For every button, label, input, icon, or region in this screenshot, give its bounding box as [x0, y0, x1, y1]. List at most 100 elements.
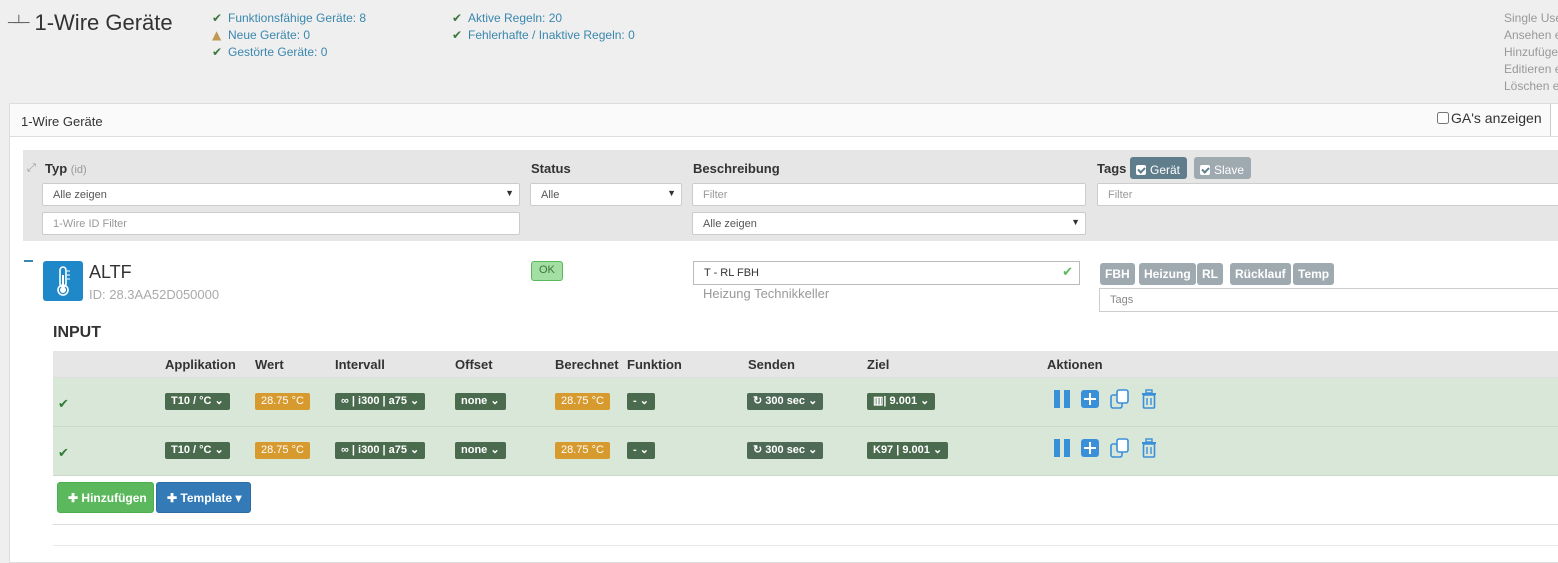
funktion-dropdown[interactable]: - ⌄ [627, 393, 655, 410]
device-tag[interactable]: FBH [1100, 263, 1135, 285]
stat-functional-devices[interactable]: ✔ Funktionsfähige Geräte: 8 [212, 9, 366, 26]
copy-icon[interactable] [1109, 388, 1131, 410]
stat-active-rules[interactable]: ✔ Aktive Regeln: 20 [452, 9, 562, 26]
col-offset: Offset [455, 357, 493, 372]
offset-dropdown[interactable]: none ⌄ [455, 393, 506, 410]
tags-filter[interactable]: Filter [1097, 183, 1558, 206]
one-wire-icon: ─┴─ [8, 15, 30, 31]
device-tag[interactable]: RL [1197, 263, 1223, 285]
filter-typ-label: Typ (id) [45, 161, 87, 176]
col-senden: Senden [748, 357, 795, 372]
funktion-dropdown[interactable]: - ⌄ [627, 442, 655, 459]
panel-title: 1-Wire Geräte [21, 114, 103, 129]
thermometer-icon [43, 261, 83, 301]
ziel-dropdown[interactable]: K97 | 9.001 ⌄ [867, 442, 949, 459]
pause-icon[interactable] [1051, 388, 1073, 410]
help-line: Hinzufüge [1504, 45, 1558, 59]
refresh-icon: ↻ [753, 395, 763, 407]
device-tag[interactable]: Heizung [1139, 263, 1196, 285]
value-badge: 28.75 °C [255, 393, 310, 410]
trash-icon[interactable] [1138, 388, 1160, 410]
ziel-dropdown[interactable]: ▥| 9.001 ⌄ [867, 393, 936, 410]
device-id: ID: 28.3AA52D050000 [89, 287, 220, 302]
stat-faulty-rules[interactable]: ✔ Fehlerhafte / Inaktive Regeln: 0 [452, 26, 635, 43]
typ-select[interactable]: Alle zeigen ▼ [42, 183, 520, 206]
offset-dropdown[interactable]: none ⌄ [455, 442, 506, 459]
refresh-icon: ↻ [753, 444, 763, 456]
stat-new-devices[interactable]: ▲ Neue Geräte: 0 [212, 26, 310, 43]
tag-filter-slave[interactable]: Slave [1194, 157, 1252, 179]
col-funktion: Funktion [627, 357, 682, 372]
input-section-title: INPUT [53, 324, 101, 341]
add-input-button[interactable]: ✚ Hinzufügen [57, 482, 154, 513]
intervall-dropdown[interactable]: ∞ | i300 | a75 ⌄ [335, 393, 426, 410]
input-table-header: Applikation Wert Intervall Offset Berech… [53, 351, 1558, 378]
one-wire-id-filter[interactable]: 1-Wire ID Filter [42, 212, 520, 235]
check-icon: ✔ [1062, 265, 1073, 280]
col-intervall: Intervall [335, 357, 385, 372]
ga-toggle[interactable]: GA's anzeigen [1437, 110, 1542, 126]
tag-filter-geraet[interactable]: Gerät [1130, 157, 1188, 179]
caret-down-icon: ▼ [505, 188, 514, 198]
intervall-dropdown[interactable]: ∞ | i300 | a75 ⌄ [335, 442, 426, 459]
beschreibung-select[interactable]: Alle zeigen ▼ [692, 212, 1086, 235]
col-wert: Wert [255, 357, 284, 372]
stat-faulty-devices[interactable]: ✔ Gestörte Geräte: 0 [212, 43, 327, 60]
check-icon: ✔ [452, 27, 463, 42]
plus-icon: ✚ [167, 490, 178, 505]
plus-icon: ✚ [68, 490, 79, 505]
panel-heading: 1-Wire Geräte GA's anzeigen [10, 104, 1558, 137]
caret-down-icon: ▼ [1071, 217, 1080, 227]
checkbox-icon [1136, 164, 1146, 175]
computed-badge: 28.75 °C [555, 393, 610, 410]
add-icon[interactable] [1079, 388, 1101, 410]
expand-icon[interactable]: ⤢ [27, 161, 36, 175]
applikation-dropdown[interactable]: T10 / °C ⌄ [165, 393, 230, 410]
check-icon: ✔ [452, 10, 463, 25]
device-name: ALTF [89, 262, 132, 282]
checkbox-icon [1200, 164, 1210, 175]
senden-dropdown[interactable]: ↻ 300 sec ⌄ [747, 442, 824, 459]
filter-bar: ⤢ Typ (id) Alle zeigen ▼ 1-Wire ID Filter… [23, 150, 1558, 241]
divider [53, 545, 1558, 546]
help-line: Editieren e [1504, 62, 1558, 76]
senden-dropdown[interactable]: ↻ 300 sec ⌄ [747, 393, 824, 410]
applikation-dropdown[interactable]: T10 / °C ⌄ [165, 442, 230, 459]
ga-checkbox[interactable] [1437, 112, 1449, 124]
value-badge: 28.75 °C [255, 442, 310, 459]
pause-icon[interactable] [1051, 437, 1073, 459]
page-title: 1-Wire Geräte [34, 10, 173, 35]
add-icon[interactable] [1079, 437, 1101, 459]
device-tag[interactable]: Rücklauf [1230, 263, 1291, 285]
col-berechnet: Berechnet [555, 357, 619, 372]
tags-input[interactable]: Tags [1099, 288, 1558, 312]
filter-tags-label: Tags [1097, 161, 1127, 176]
check-icon: ✔ [212, 10, 223, 25]
caret-down-icon: ▼ [667, 188, 676, 198]
table-row: ✔ T10 / °C ⌄ 28.75 °C ∞ | i300 | a75 ⌄ n… [53, 378, 1558, 427]
beschreibung-filter[interactable]: Filter [692, 183, 1086, 206]
trash-icon[interactable] [1138, 437, 1160, 459]
computed-badge: 28.75 °C [555, 442, 610, 459]
table-row: ✔ T10 / °C ⌄ 28.75 °C ∞ | i300 | a75 ⌄ n… [53, 427, 1558, 476]
sub-description: Heizung Technikkeller [703, 286, 830, 301]
status-select[interactable]: Alle ▼ [530, 183, 682, 206]
description-input[interactable]: T - RL FBH ✔ [693, 261, 1080, 285]
collapse-device-button[interactable] [24, 260, 33, 262]
device-tag[interactable]: Temp [1293, 263, 1335, 285]
help-line: Single Use [1504, 11, 1558, 25]
template-button[interactable]: ✚ Template ▾ [156, 482, 251, 513]
col-applikation: Applikation [165, 357, 236, 372]
check-icon: ✔ [58, 446, 69, 461]
devices-panel: 1-Wire Geräte GA's anzeigen ⤢ Typ (id) A… [9, 103, 1558, 563]
warning-icon: ▲ [212, 27, 222, 42]
help-line: Ansehen e [1504, 28, 1558, 42]
status-badge: OK [531, 261, 563, 281]
filter-beschreibung-label: Beschreibung [693, 161, 780, 176]
check-icon: ✔ [58, 397, 69, 412]
col-aktionen: Aktionen [1047, 357, 1103, 372]
caret-down-icon: ▾ [235, 490, 242, 505]
copy-icon[interactable] [1109, 437, 1131, 459]
chart-icon: ▥ [873, 395, 884, 407]
help-line: Löschen e [1504, 79, 1558, 93]
